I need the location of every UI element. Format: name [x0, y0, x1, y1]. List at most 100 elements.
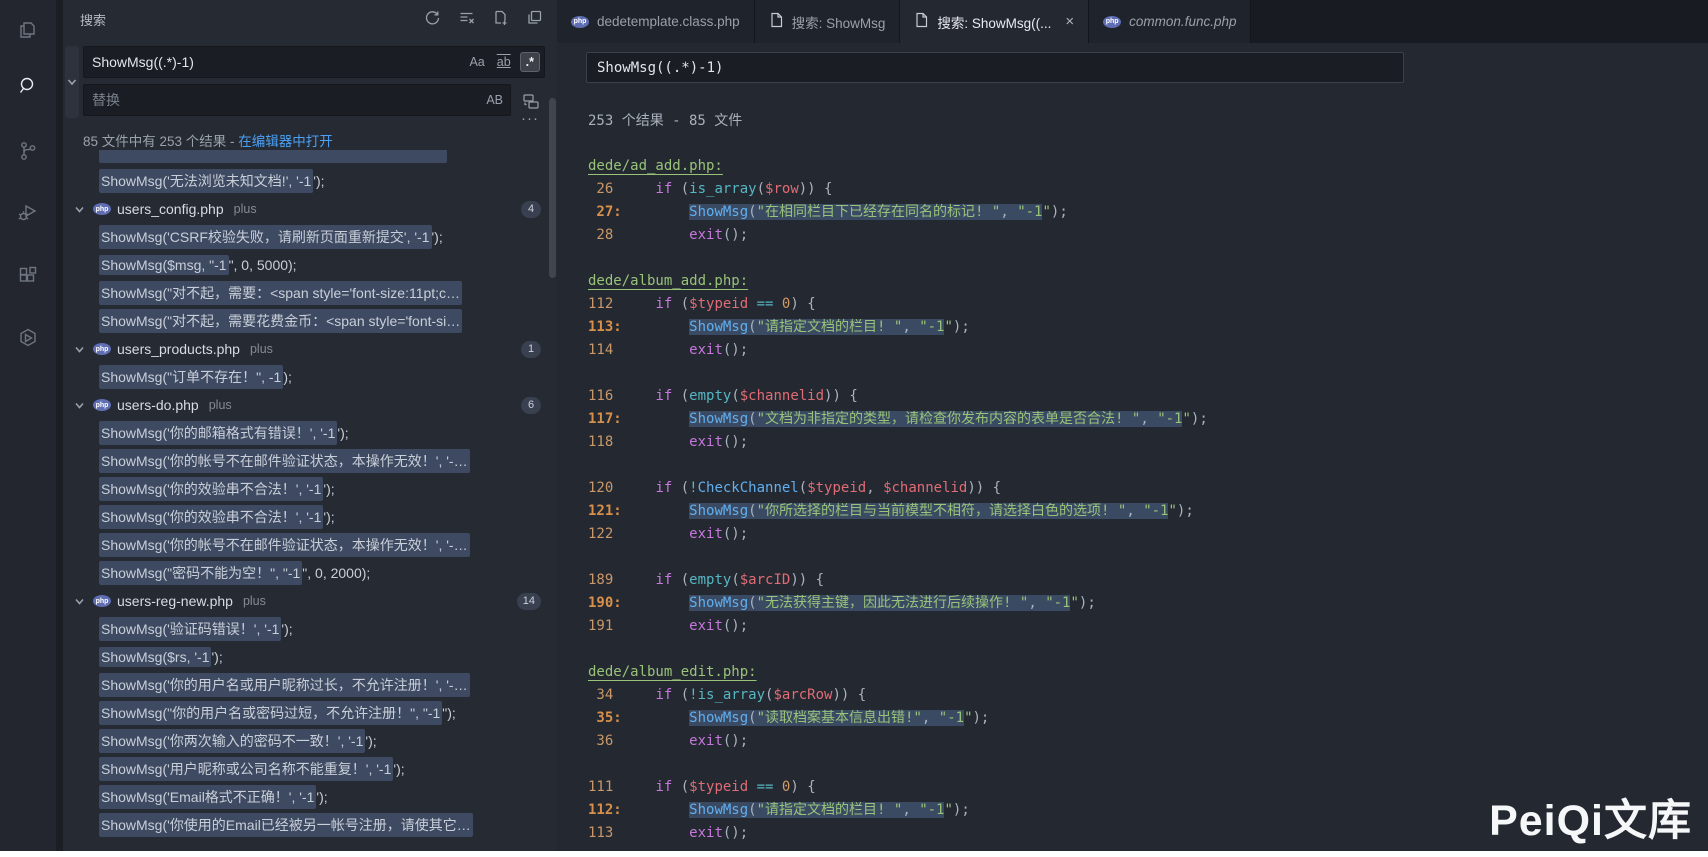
result-file-dir: plus: [250, 342, 273, 356]
result-match-row[interactable]: ShowMsg($rs, '-1');: [63, 643, 557, 671]
line-number[interactable]: 112: [588, 293, 622, 316]
code-line[interactable]: 34 if (!is_array($arcRow)) {: [588, 684, 1708, 707]
result-file-row[interactable]: phpusers-do.phpplus6: [63, 391, 557, 419]
line-number[interactable]: 113:: [588, 316, 622, 339]
result-match-row[interactable]: ShowMsg("对不起，需要花费金币：<span style='font-si…: [63, 307, 557, 335]
line-number[interactable]: 121:: [588, 500, 622, 523]
clear-search-results-icon[interactable]: [457, 8, 475, 26]
preserve-case-toggle[interactable]: AB: [483, 92, 506, 109]
line-number[interactable]: 190:: [588, 592, 622, 615]
line-number[interactable]: 112:: [588, 799, 622, 822]
result-match-row[interactable]: ShowMsg('Email格式不正确！', '-1');: [63, 783, 557, 811]
source-control-icon[interactable]: [0, 127, 56, 175]
open-in-editor-icon[interactable]: [525, 8, 543, 26]
code-line[interactable]: 112 if ($typeid == 0) {: [588, 293, 1708, 316]
result-match-row[interactable]: ShowMsg('你的效验串不合法！', '-1');: [63, 503, 557, 531]
code-line[interactable]: 35: ShowMsg("读取档案基本信息出错!", "-1");: [588, 707, 1708, 730]
code-line[interactable]: 27: ShowMsg("在相同栏目下已经存在同名的标记! ", "-1");: [588, 201, 1708, 224]
tab-dedetemplate.class.php[interactable]: phpdedetemplate.class.php: [557, 0, 755, 43]
line-number[interactable]: 189: [588, 569, 622, 592]
code-line[interactable]: 118 exit();: [588, 431, 1708, 454]
replace-all-icon[interactable]: [519, 90, 543, 112]
line-number[interactable]: 120: [588, 477, 622, 500]
open-new-search-editor-icon[interactable]: [491, 8, 509, 26]
search-input[interactable]: [84, 54, 466, 70]
result-file-row[interactable]: phpusers_products.phpplus1: [63, 335, 557, 363]
tab--ShowMsg-...[interactable]: 搜索: ShowMsg((...×: [900, 0, 1089, 43]
code-line[interactable]: 116 if (empty($channelid)) {: [588, 385, 1708, 408]
result-match-row[interactable]: ShowMsg($msg, "-1", 0, 5000);: [63, 251, 557, 279]
code-line[interactable]: 28 exit();: [588, 224, 1708, 247]
result-match-row[interactable]: ShowMsg("订单不存在！", -1);: [63, 363, 557, 391]
code-line[interactable]: 121: ShowMsg("你所选择的栏目与当前模型不相符，请选择白色的选项! …: [588, 500, 1708, 523]
code-line[interactable]: 190: ShowMsg("无法获得主键，因此无法进行后续操作! ", "-1"…: [588, 592, 1708, 615]
line-number[interactable]: 113: [588, 822, 622, 845]
line-number[interactable]: 114: [588, 339, 622, 362]
line-number[interactable]: 27:: [588, 201, 622, 224]
result-match-row[interactable]: ShowMsg("你的用户名或密码过短，不允许注册！", "-1");: [63, 699, 557, 727]
tab--ShowMsg[interactable]: 搜索: ShowMsg: [755, 0, 901, 43]
result-match-row[interactable]: ShowMsg('你的用户名或用户昵称过长，不允许注册！', '-…: [63, 671, 557, 699]
line-number[interactable]: 191: [588, 615, 622, 638]
line-number[interactable]: 118: [588, 431, 622, 454]
result-match-row[interactable]: ShowMsg('用户昵称或公司名称不能重复！', '-1');: [63, 755, 557, 783]
code-line[interactable]: 113: ShowMsg("请指定文档的栏目! ", "-1");: [588, 316, 1708, 339]
result-match-row[interactable]: ShowMsg("对不起，需要：<span style='font-size:1…: [63, 279, 557, 307]
code-line[interactable]: 117: ShowMsg("文档为非指定的类型，请检查你发布内容的表单是否合法!…: [588, 408, 1708, 431]
replace-input[interactable]: [84, 92, 483, 108]
result-file-header[interactable]: dede/album_edit.php:: [588, 661, 1708, 684]
line-number[interactable]: 117:: [588, 408, 622, 431]
result-file-header[interactable]: dede/ad_add.php:: [588, 155, 1708, 178]
code-line[interactable]: 122 exit();: [588, 523, 1708, 546]
result-match-row[interactable]: ShowMsg('验证码错误！', '-1');: [63, 615, 557, 643]
chevron-down-icon[interactable]: [71, 201, 87, 217]
line-number[interactable]: 36: [588, 730, 622, 753]
run-and-debug-icon[interactable]: [0, 188, 56, 236]
line-number[interactable]: 28: [588, 224, 622, 247]
code-line[interactable]: 26 if (is_array($row)) {: [588, 178, 1708, 201]
result-match-row[interactable]: ShowMsg('你的帐号不在邮件验证状态，本操作无效！', '-…: [63, 447, 557, 475]
code-line[interactable]: 120 if (!CheckChannel($typeid, $channeli…: [588, 477, 1708, 500]
toggle-replace-button[interactable]: [65, 46, 79, 118]
line-number[interactable]: 34: [588, 684, 622, 707]
result-file-header[interactable]: dede/album_add.php:: [588, 270, 1708, 293]
result-match-row[interactable]: ShowMsg('你的邮箱格式有错误！', '-1');: [63, 419, 557, 447]
result-file-row[interactable]: phpusers_config.phpplus4: [63, 195, 557, 223]
code-line[interactable]: 189 if (empty($arcID)) {: [588, 569, 1708, 592]
result-match-row[interactable]: ShowMsg('CSRF校验失败，请刷新页面重新提交', '-1');: [63, 223, 557, 251]
toggle-search-details-icon[interactable]: ···: [521, 112, 539, 126]
explorer-icon[interactable]: [0, 6, 56, 54]
chevron-down-icon[interactable]: [71, 341, 87, 357]
chevron-down-icon[interactable]: [71, 593, 87, 609]
match-case-toggle[interactable]: Aa: [466, 54, 487, 71]
search-icon[interactable]: [0, 62, 56, 110]
result-match-row[interactable]: ShowMsg('你的帐号不在邮件验证状态，本操作无效！', '-…: [63, 531, 557, 559]
result-match-row[interactable]: ShowMsg('无法浏览未知文档!', '-1');: [63, 167, 557, 195]
refresh-icon[interactable]: [423, 8, 441, 26]
result-match-row[interactable]: ShowMsg('你使用的Email已经被另一帐号注册，请使其它…: [63, 811, 557, 839]
package-explorer-icon[interactable]: [0, 314, 56, 362]
extensions-icon[interactable]: [0, 252, 56, 300]
code-line[interactable]: 114 exit();: [588, 339, 1708, 362]
open-in-editor-link[interactable]: 在编辑器中打开: [238, 134, 333, 149]
close-icon[interactable]: ×: [1065, 13, 1074, 30]
sidebar-scrollbar[interactable]: [549, 98, 556, 278]
code-line[interactable]: 36 exit();: [588, 730, 1708, 753]
line-number[interactable]: 35:: [588, 707, 622, 730]
result-match-row[interactable]: ShowMsg("密码不能为空！", "-1", 0, 2000);: [63, 559, 557, 587]
match-highlight: ShowMsg($rs, '-1: [99, 647, 211, 667]
chevron-down-icon[interactable]: [71, 397, 87, 413]
result-row-clipped[interactable]: [63, 150, 557, 167]
result-match-row[interactable]: ShowMsg('你两次输入的密码不一致！', '-1');: [63, 727, 557, 755]
regex-toggle[interactable]: .*: [520, 52, 540, 73]
tab-common.func.php[interactable]: phpcommon.func.php: [1089, 0, 1251, 43]
line-number[interactable]: 26: [588, 178, 622, 201]
result-file-row[interactable]: phpusers-reg-new.phpplus14: [63, 587, 557, 615]
whole-word-toggle[interactable]: ab: [494, 54, 514, 71]
line-number[interactable]: 111: [588, 776, 622, 799]
line-number[interactable]: 116: [588, 385, 622, 408]
search-editor-query[interactable]: ShowMsg((.*)-1): [586, 52, 1404, 83]
result-match-row[interactable]: ShowMsg('你的效验串不合法！', '-1');: [63, 475, 557, 503]
code-line[interactable]: 191 exit();: [588, 615, 1708, 638]
line-number[interactable]: 122: [588, 523, 622, 546]
